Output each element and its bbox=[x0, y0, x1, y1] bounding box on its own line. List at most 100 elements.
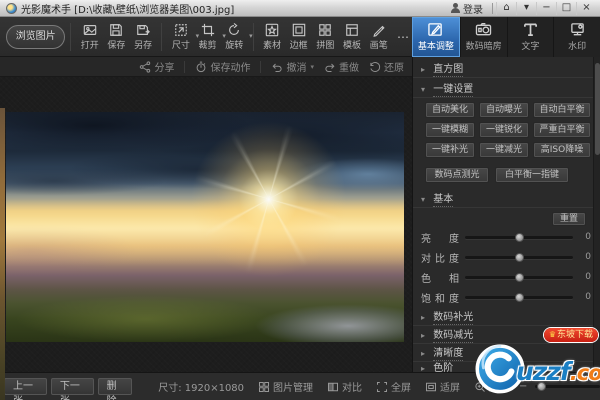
slider-track[interactable] bbox=[465, 256, 573, 259]
frame-label: 边框 bbox=[290, 38, 308, 51]
auto-beautify-button[interactable]: 自动美化 bbox=[425, 102, 475, 118]
compare-icon bbox=[327, 381, 339, 393]
menu-button[interactable]: ▾ bbox=[516, 2, 536, 15]
skin-button[interactable]: ⌂ bbox=[496, 2, 516, 15]
crop-icon bbox=[201, 23, 215, 37]
slider-contrast: 对比度 0 bbox=[421, 249, 591, 265]
browse-photos-button[interactable]: 浏览图片 bbox=[6, 25, 65, 49]
crop-label: 裁剪 bbox=[199, 38, 217, 51]
magnifier-icon bbox=[474, 381, 486, 393]
section-oneclick[interactable]: ▾ 一键设置 bbox=[413, 81, 593, 98]
save-action-label: 保存动作 bbox=[210, 59, 250, 74]
slider-thumb[interactable] bbox=[515, 293, 524, 302]
template-button[interactable]: 模板 bbox=[339, 20, 366, 54]
section-histogram[interactable]: ▸ 直方图 bbox=[413, 61, 593, 78]
slider-track[interactable] bbox=[465, 236, 573, 239]
fit-screen-button[interactable]: 适屏 bbox=[425, 379, 460, 394]
minimize-button[interactable]: − bbox=[536, 2, 556, 15]
titlebar: 光影魔术手 [D:\收藏\壁纸\浏览器美图\003.jpg] 登录 ⌂ ▾ − … bbox=[0, 0, 600, 17]
reset-button[interactable]: 重置 bbox=[552, 212, 586, 226]
section-levels[interactable]: ▸ 色阶 bbox=[413, 360, 593, 372]
resize-button[interactable]: 尺寸 ▾ bbox=[167, 20, 194, 54]
zoom-slider-track[interactable] bbox=[535, 385, 600, 388]
oneclick-dimlight-button[interactable]: 一键减光 bbox=[479, 142, 529, 158]
zoom-out-minus-button[interactable]: − bbox=[519, 381, 527, 392]
compare-button[interactable]: 对比 bbox=[327, 379, 362, 394]
image-canvas[interactable] bbox=[0, 77, 412, 372]
save-as-button[interactable]: 另存 bbox=[130, 20, 157, 54]
material-label: 素材 bbox=[263, 38, 281, 51]
tab-basic-adjust[interactable]: 基本调整 bbox=[412, 17, 460, 57]
photo-manage-button[interactable]: 图片管理 bbox=[258, 379, 313, 394]
auto-whitebalance-button[interactable]: 自动白平衡 bbox=[533, 102, 591, 118]
oneclick-blur-button[interactable]: 一键模糊 bbox=[425, 122, 475, 138]
collage-button[interactable]: 拼图 bbox=[312, 20, 339, 54]
tab-text[interactable]: 文字 bbox=[507, 17, 554, 57]
fullscreen-button[interactable]: 全屏 bbox=[376, 379, 411, 394]
rotate-button[interactable]: 旋转 ▾ bbox=[221, 20, 248, 54]
slider-hue: 色相 0 bbox=[421, 269, 591, 285]
material-button[interactable]: 素材 bbox=[259, 20, 286, 54]
slider-thumb[interactable] bbox=[515, 253, 524, 262]
save-icon bbox=[109, 23, 123, 37]
collage-icon bbox=[318, 23, 332, 37]
login-button[interactable]: 登录 bbox=[444, 0, 489, 16]
crop-button[interactable]: 裁剪 ▾ bbox=[194, 20, 221, 54]
toolbar-left-group: 浏览图片 打开 保存 另存 尺寸 ▾ 裁剪 bbox=[0, 17, 412, 57]
zoom-in-label: 放大 bbox=[489, 379, 509, 394]
slider-label: 亮度 bbox=[421, 230, 459, 245]
chevron-down-icon[interactable]: ▾ bbox=[249, 32, 253, 40]
share-button[interactable]: 分享 bbox=[139, 59, 174, 74]
next-photo-button[interactable]: 下一张 bbox=[51, 378, 94, 395]
undo-history-chevron-icon[interactable]: ▾ bbox=[310, 63, 314, 71]
user-avatar-icon bbox=[450, 3, 460, 13]
login-label: 登录 bbox=[463, 1, 483, 16]
chevron-down-icon: ▾ bbox=[421, 85, 425, 94]
chevron-down-icon: ▾ bbox=[421, 195, 425, 204]
brush-label: 画笔 bbox=[370, 38, 388, 51]
panel-scrollbar-thumb[interactable] bbox=[595, 63, 600, 155]
share-label: 分享 bbox=[154, 59, 174, 74]
brush-button[interactable]: 画笔 bbox=[365, 20, 392, 54]
previous-photo-button[interactable]: 上一张 bbox=[4, 378, 47, 395]
frame-button[interactable]: 边框 bbox=[285, 20, 312, 54]
restore-button[interactable]: 还原 bbox=[369, 59, 404, 74]
actionbar-separator bbox=[260, 61, 261, 73]
severe-whitebalance-button[interactable]: 严重白平衡 bbox=[533, 122, 591, 138]
save-button[interactable]: 保存 bbox=[103, 20, 130, 54]
tab-darkroom[interactable]: 数码暗房 bbox=[460, 17, 507, 57]
whitebalance-onekey-button[interactable]: 白平衡一指键 bbox=[495, 167, 569, 183]
zoom-slider-thumb[interactable] bbox=[537, 382, 546, 391]
close-button[interactable]: × bbox=[576, 2, 596, 15]
material-icon bbox=[265, 23, 279, 37]
maximize-button[interactable]: □ bbox=[556, 2, 576, 15]
more-tools-button[interactable]: ⋯ bbox=[394, 30, 412, 44]
zoom-in-button[interactable]: 放大 bbox=[474, 379, 509, 394]
tab-watermark[interactable]: 水印 bbox=[553, 17, 600, 57]
high-iso-denoise-button[interactable]: 高ISO降噪 bbox=[533, 142, 591, 158]
redo-button[interactable]: 重做 bbox=[324, 59, 359, 74]
slider-thumb[interactable] bbox=[515, 233, 524, 242]
slider-value: 0 bbox=[579, 272, 591, 282]
template-icon bbox=[345, 23, 359, 37]
slider-thumb[interactable] bbox=[515, 273, 524, 282]
slider-track[interactable] bbox=[465, 296, 573, 299]
oneclick-filllight-button[interactable]: 一键补光 bbox=[425, 142, 475, 158]
save-action-button[interactable]: 保存动作 bbox=[195, 59, 250, 74]
section-basic[interactable]: ▾ 基本 bbox=[413, 191, 593, 208]
open-button[interactable]: 打开 bbox=[76, 20, 103, 54]
frame-icon bbox=[292, 23, 306, 37]
slider-track[interactable] bbox=[465, 276, 573, 279]
restore-label: 还原 bbox=[384, 59, 404, 74]
oneclick-sharpen-button[interactable]: 一键锐化 bbox=[479, 122, 529, 138]
undo-button[interactable]: 撤消 ▾ bbox=[271, 59, 314, 74]
delete-photo-button[interactable]: 删除 bbox=[98, 378, 133, 395]
section-digital-dimlight[interactable]: ▸ 数码减光 bbox=[413, 327, 593, 344]
action-bar: 分享 保存动作 撤消 ▾ 重做 还原 bbox=[0, 57, 412, 77]
panel-scrollbar[interactable] bbox=[593, 57, 600, 372]
chevron-right-icon: ▸ bbox=[421, 313, 425, 322]
auto-exposure-button[interactable]: 自动曝光 bbox=[479, 102, 529, 118]
digital-spot-metering-button[interactable]: 数码点测光 bbox=[425, 167, 489, 183]
photo-sunset-landscape[interactable] bbox=[6, 112, 404, 342]
section-digital-filllight[interactable]: ▸ 数码补光 bbox=[413, 309, 593, 326]
